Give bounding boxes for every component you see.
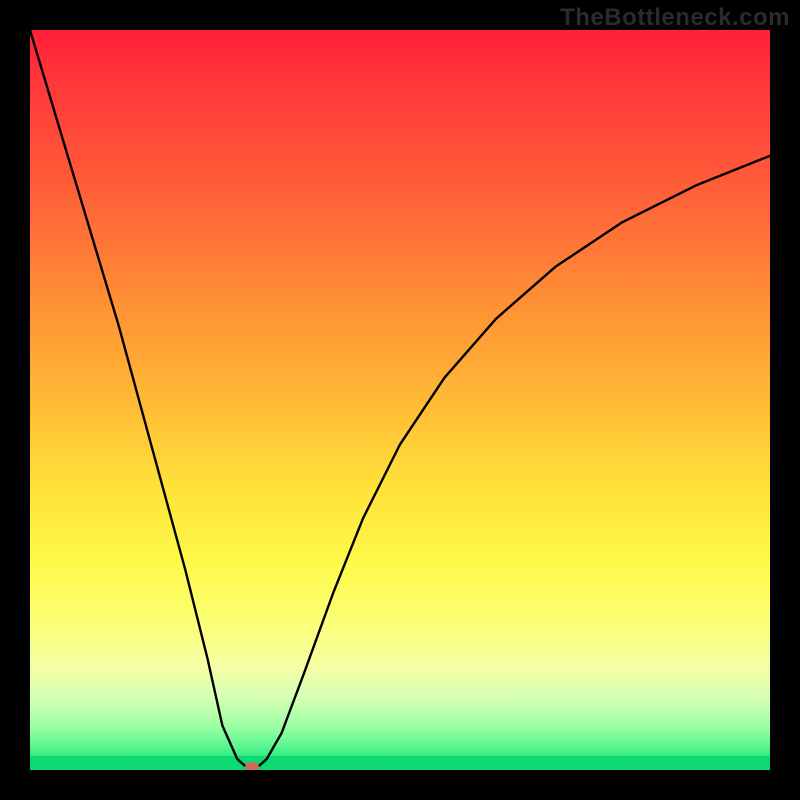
- plot-area: [30, 30, 770, 770]
- optimum-marker-icon: [245, 762, 259, 770]
- chart-frame: TheBottleneck.com: [0, 0, 800, 800]
- watermark-text: TheBottleneck.com: [560, 4, 790, 32]
- bottleneck-curve: [30, 30, 770, 770]
